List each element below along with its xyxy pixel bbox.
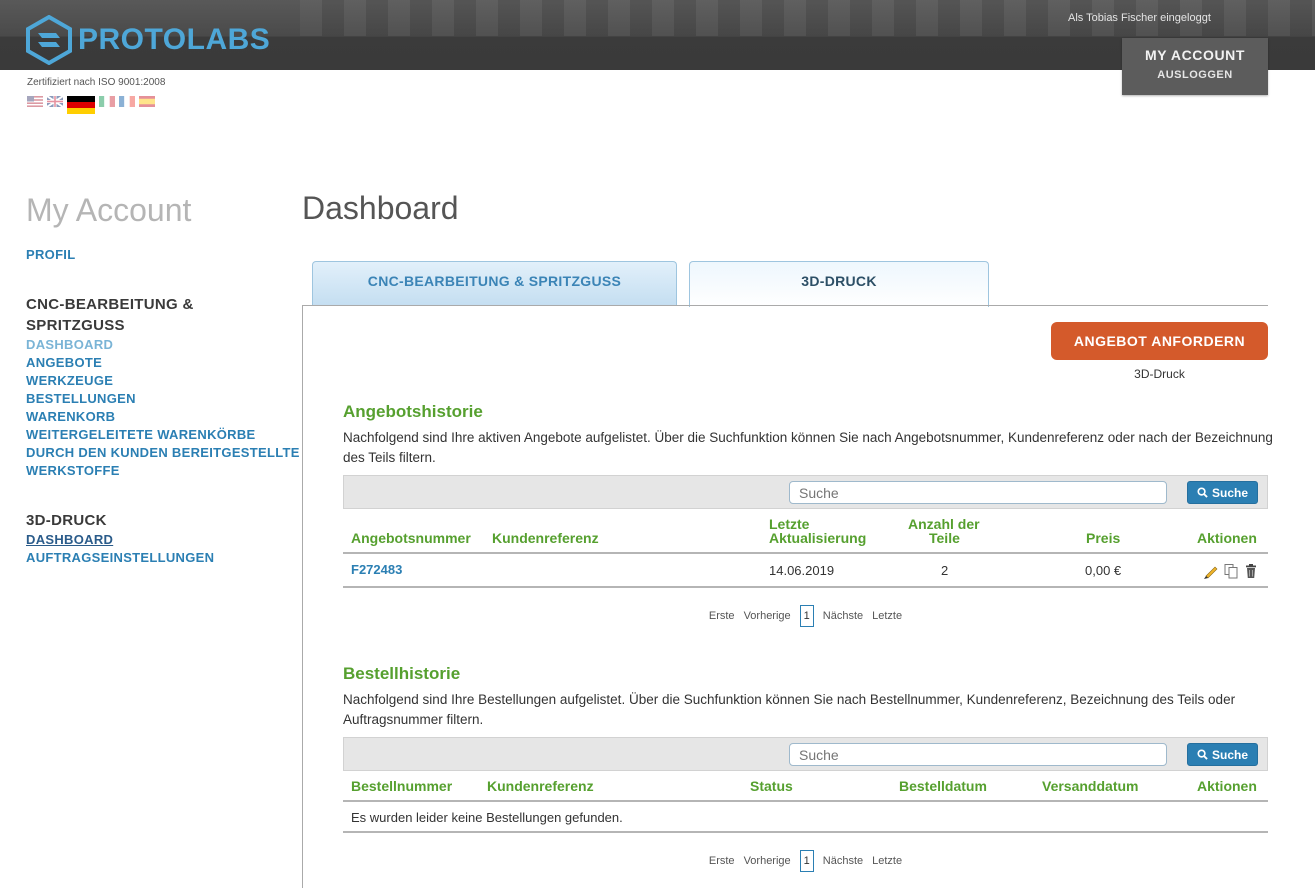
language-selector [27,96,155,114]
pager-first[interactable]: Erste [709,610,735,622]
order-search-button-label: Suche [1211,747,1248,762]
col-bestellnummer[interactable]: Bestellnummer [351,779,452,793]
sidebar-item-kunden-werkstoffe-line1[interactable]: DURCH DEN KUNDEN BEREITGESTELLTE [26,444,300,462]
pager-first[interactable]: Erste [709,855,735,867]
col-aktionen: Aktionen [1197,530,1257,546]
order-search-button[interactable]: Suche [1187,743,1258,766]
order-history-title: Bestellhistorie [343,664,461,683]
quote-search-input[interactable] [789,481,1167,504]
my-account-link[interactable]: MY ACCOUNT [1122,47,1268,63]
sidebar-item-weitergeleitete-warenkoerbe[interactable]: WEITERGELEITETE WARENKÖRBE [26,426,256,444]
logout-link[interactable]: AUSLOGGEN [1122,69,1268,81]
sidebar-item-werkzeuge[interactable]: WERKZEUGE [26,372,113,390]
pager-next[interactable]: Nächste [823,610,863,622]
col-kundenreferenz[interactable]: Kundenreferenz [492,531,599,545]
col-letzte-aktualisierung-line1[interactable]: Letzte [769,517,809,531]
col-status[interactable]: Status [750,779,793,793]
sidebar-item-bestellungen[interactable]: BESTELLUNGEN [26,390,136,408]
col-anzahl-teile-line2[interactable]: Teile [929,531,960,545]
sidebar-heading-cnc-line1: CNC-BEARBEITUNG & [26,296,194,313]
pager-next[interactable]: Nächste [823,855,863,867]
sidebar-item-angebote[interactable]: ANGEBOTE [26,354,102,372]
search-icon [1197,487,1208,498]
uk-flag-icon[interactable] [47,96,63,107]
quote-history-title: Angebotshistorie [343,402,483,421]
order-table-header-line [343,800,1268,802]
col-angebotsnummer[interactable]: Angebotsnummer [351,531,471,545]
quote-search-button-label: Suche [1211,485,1248,500]
quote-button-caption: 3D-Druck [1134,367,1185,381]
account-menu: MY ACCOUNT AUSLOGGEN [1122,38,1268,95]
tab-3d-druck[interactable]: 3D-DRUCK [689,261,989,307]
italian-flag-icon[interactable] [99,96,115,107]
sidebar-item-profil[interactable]: PROFIL [26,246,75,264]
col-order-aktionen: Aktionen [1197,778,1257,794]
col-bestelldatum[interactable]: Bestelldatum [899,779,987,793]
search-icon [1197,749,1208,760]
pager-previous[interactable]: Vorherige [744,610,791,622]
copy-icon[interactable] [1223,563,1239,579]
pager-last[interactable]: Letzte [872,610,902,622]
quote-updated: 14.06.2019 [769,563,835,578]
pager-last[interactable]: Letzte [872,855,902,867]
order-history-description: Nachfolgend sind Ihre Bestellungen aufge… [343,692,1236,727]
orders-empty-message: Es wurden leider keine Bestellungen gefu… [351,810,623,825]
iso-certification: Zertifiziert nach ISO 9001:2008 [27,77,166,88]
quote-search-button[interactable]: Suche [1187,481,1258,504]
sidebar-item-cnc-dashboard[interactable]: DASHBOARD [26,336,113,354]
quote-history-description: Nachfolgend sind Ihre aktiven Angebote a… [343,430,1273,465]
page-title: Dashboard [302,190,459,226]
sidebar-item-kunden-werkstoffe-line2[interactable]: WERKSTOFFE [26,462,120,480]
logo[interactable]: PROTOLABS [26,15,270,65]
quote-price: 0,00 € [1085,563,1122,578]
order-search-input[interactable] [789,743,1167,766]
quote-number-link[interactable]: F272483 [351,562,402,577]
sidebar-title: My Account [26,192,192,228]
pager-current-page[interactable]: 1 [799,605,814,627]
col-order-kundenreferenz[interactable]: Kundenreferenz [487,779,594,793]
us-flag-icon[interactable] [27,96,43,107]
request-quote-button[interactable]: ANGEBOT ANFORDERN [1051,322,1268,360]
tab-cnc-spritzguss[interactable]: CNC-BEARBEITUNG & SPRITZGUSS [312,261,677,306]
sidebar-heading-cnc-line2: SPRITZGUSS [26,317,125,334]
quote-table-header-line [343,552,1268,554]
panel-border [302,305,303,888]
protolabs-logo-icon [26,15,72,65]
col-anzahl-teile-line1[interactable]: Anzahl der [908,517,980,531]
login-status: Als Tobias Fischer eingeloggt [1068,12,1211,24]
order-pagination: Erste Vorherige 1 Nächste Letzte [343,850,1268,872]
sidebar-item-3d-dashboard[interactable]: DASHBOARD [26,531,113,549]
pager-previous[interactable]: Vorherige [744,855,791,867]
quote-search-bar: Suche [343,475,1268,509]
spanish-flag-icon[interactable] [139,96,155,107]
col-preis[interactable]: Preis [1086,531,1120,545]
quote-pagination: Erste Vorherige 1 Nächste Letzte [343,605,1268,627]
quote-part-count: 2 [941,563,949,578]
edit-pencil-icon[interactable] [1203,563,1219,579]
col-versanddatum[interactable]: Versanddatum [1042,779,1138,793]
pager-current-page[interactable]: 1 [799,850,814,872]
col-letzte-aktualisierung-line2[interactable]: Aktualisierung [769,531,866,545]
tab-divider [302,305,1268,306]
order-table-bottom-line [343,831,1268,833]
sidebar-item-warenkorb[interactable]: WARENKORB [26,408,115,426]
sidebar-item-auftragseinstellungen[interactable]: AUFTRAGSEINSTELLUNGEN [26,549,214,567]
sidebar-heading-3d: 3D-DRUCK [26,512,107,529]
delete-trash-icon[interactable] [1243,563,1259,579]
quote-table-bottom-line [343,586,1268,588]
german-flag-icon[interactable] [67,96,95,114]
french-flag-icon[interactable] [119,96,135,107]
order-search-bar: Suche [343,737,1268,771]
brand-name: PROTOLABS [78,23,271,56]
